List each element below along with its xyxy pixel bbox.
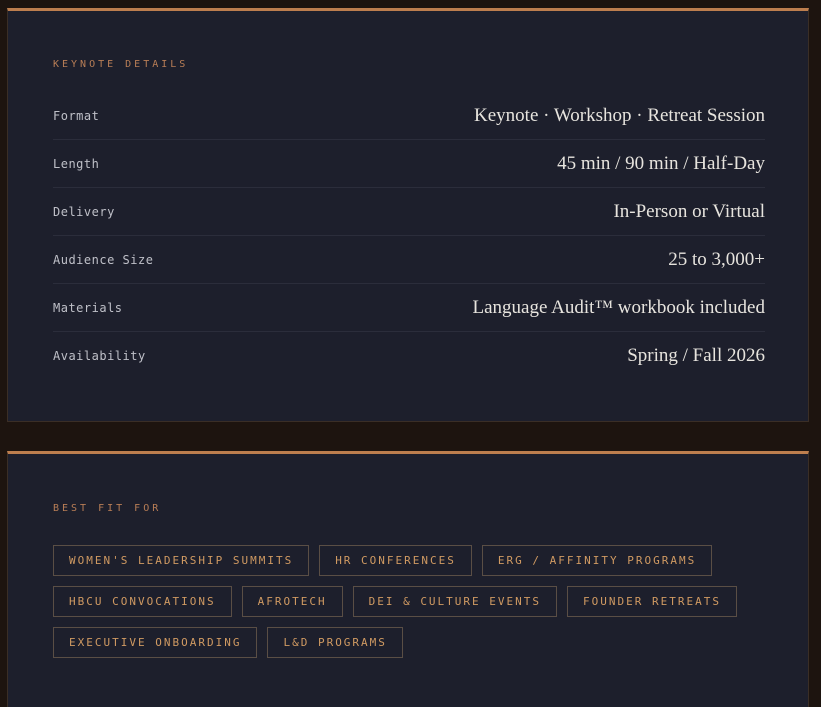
tag-dei-culture-events: DEI & CULTURE EVENTS <box>352 586 558 617</box>
tag-executive-onboarding: EXECUTIVE ONBOARDING <box>53 627 258 658</box>
detail-value: 45 min / 90 min / Half-Day <box>557 152 765 174</box>
tag-ld-programs: L&D PROGRAMS <box>267 627 403 658</box>
detail-value: Keynote · Workshop · Retreat Session <box>474 104 765 126</box>
detail-value: Language Audit™ workbook included <box>472 296 765 318</box>
tag-hr-conferences: HR CONFERENCES <box>319 545 472 576</box>
detail-value: 25 to 3,000+ <box>668 248 765 270</box>
detail-label: Delivery <box>53 204 115 219</box>
detail-row-length: Length 45 min / 90 min / Half-Day <box>53 140 765 188</box>
keynote-details-heading: KEYNOTE DETAILS <box>53 59 189 70</box>
detail-label: Format <box>53 108 100 123</box>
detail-row-audience-size: Audience Size 25 to 3,000+ <box>53 236 765 284</box>
best-fit-tag-list: WOMEN'S LEADERSHIP SUMMITS HR CONFERENCE… <box>53 545 773 658</box>
tag-erg-affinity-programs: ERG / AFFINITY PROGRAMS <box>481 545 713 576</box>
detail-row-availability: Availability Spring / Fall 2026 <box>53 332 765 380</box>
tag-womens-leadership-summits: WOMEN'S LEADERSHIP SUMMITS <box>53 545 310 576</box>
detail-label: Materials <box>53 300 123 315</box>
detail-value: Spring / Fall 2026 <box>627 345 765 366</box>
tag-founder-retreats: FOUNDER RETREATS <box>567 586 737 617</box>
detail-label: Length <box>53 156 100 171</box>
details-list: Format Keynote · Workshop · Retreat Sess… <box>53 92 765 380</box>
keynote-details-card: KEYNOTE DETAILS Format Keynote · Worksho… <box>7 8 809 422</box>
detail-value: In-Person or Virtual <box>613 200 765 222</box>
best-fit-card: BEST FIT FOR WOMEN'S LEADERSHIP SUMMITS … <box>7 451 809 707</box>
detail-row-materials: Materials Language Audit™ workbook inclu… <box>53 284 765 332</box>
detail-label: Availability <box>53 349 146 363</box>
detail-row-format: Format Keynote · Workshop · Retreat Sess… <box>53 92 765 140</box>
detail-row-delivery: Delivery In-Person or Virtual <box>53 188 765 236</box>
tag-hbcu-convocations: HBCU CONVOCATIONS <box>53 586 232 617</box>
detail-label: Audience Size <box>53 252 154 267</box>
tag-afrotech: AFROTECH <box>241 586 343 617</box>
best-fit-heading: BEST FIT FOR <box>53 503 162 514</box>
